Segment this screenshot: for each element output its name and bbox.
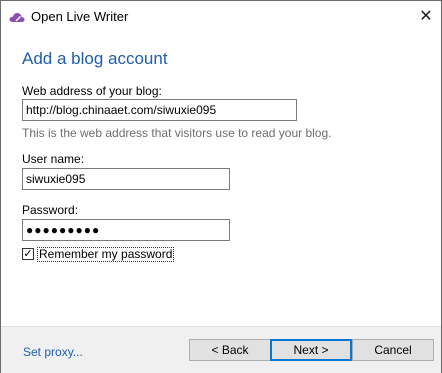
- dialog-window: Open Live Writer ✕ Add a blog account We…: [0, 0, 442, 373]
- title-bar[interactable]: Open Live Writer ✕: [1, 1, 441, 31]
- dialog-footer: Set proxy... < Back Next > Cancel: [1, 326, 441, 373]
- web-address-input[interactable]: http://blog.chinaaet.com/siwuxie095: [22, 99, 297, 121]
- remember-password-label[interactable]: Remember my password: [37, 246, 175, 262]
- username-label: User name:: [22, 152, 85, 166]
- close-icon: ✕: [419, 8, 433, 25]
- username-input[interactable]: siwuxie095: [22, 168, 230, 190]
- window-title: Open Live Writer: [31, 9, 129, 24]
- back-button[interactable]: < Back: [189, 339, 271, 361]
- password-input[interactable]: ●●●●●●●●●: [22, 219, 230, 241]
- app-logo-icon: [9, 10, 25, 22]
- remember-password-row[interactable]: ✓ Remember my password: [22, 246, 175, 262]
- page-heading: Add a blog account: [22, 49, 168, 68]
- web-address-hint: This is the web address that visitors us…: [22, 126, 332, 140]
- web-address-label: Web address of your blog:: [22, 84, 162, 98]
- set-proxy-link[interactable]: Set proxy...: [23, 345, 83, 359]
- remember-password-checkbox[interactable]: ✓: [22, 248, 34, 260]
- cancel-button[interactable]: Cancel: [352, 339, 434, 361]
- checkmark-icon: ✓: [23, 248, 33, 260]
- close-button[interactable]: ✕: [411, 1, 441, 31]
- password-label: Password:: [22, 203, 79, 217]
- next-button[interactable]: Next >: [270, 339, 352, 361]
- dialog-content: Add a blog account Web address of your b…: [1, 31, 441, 326]
